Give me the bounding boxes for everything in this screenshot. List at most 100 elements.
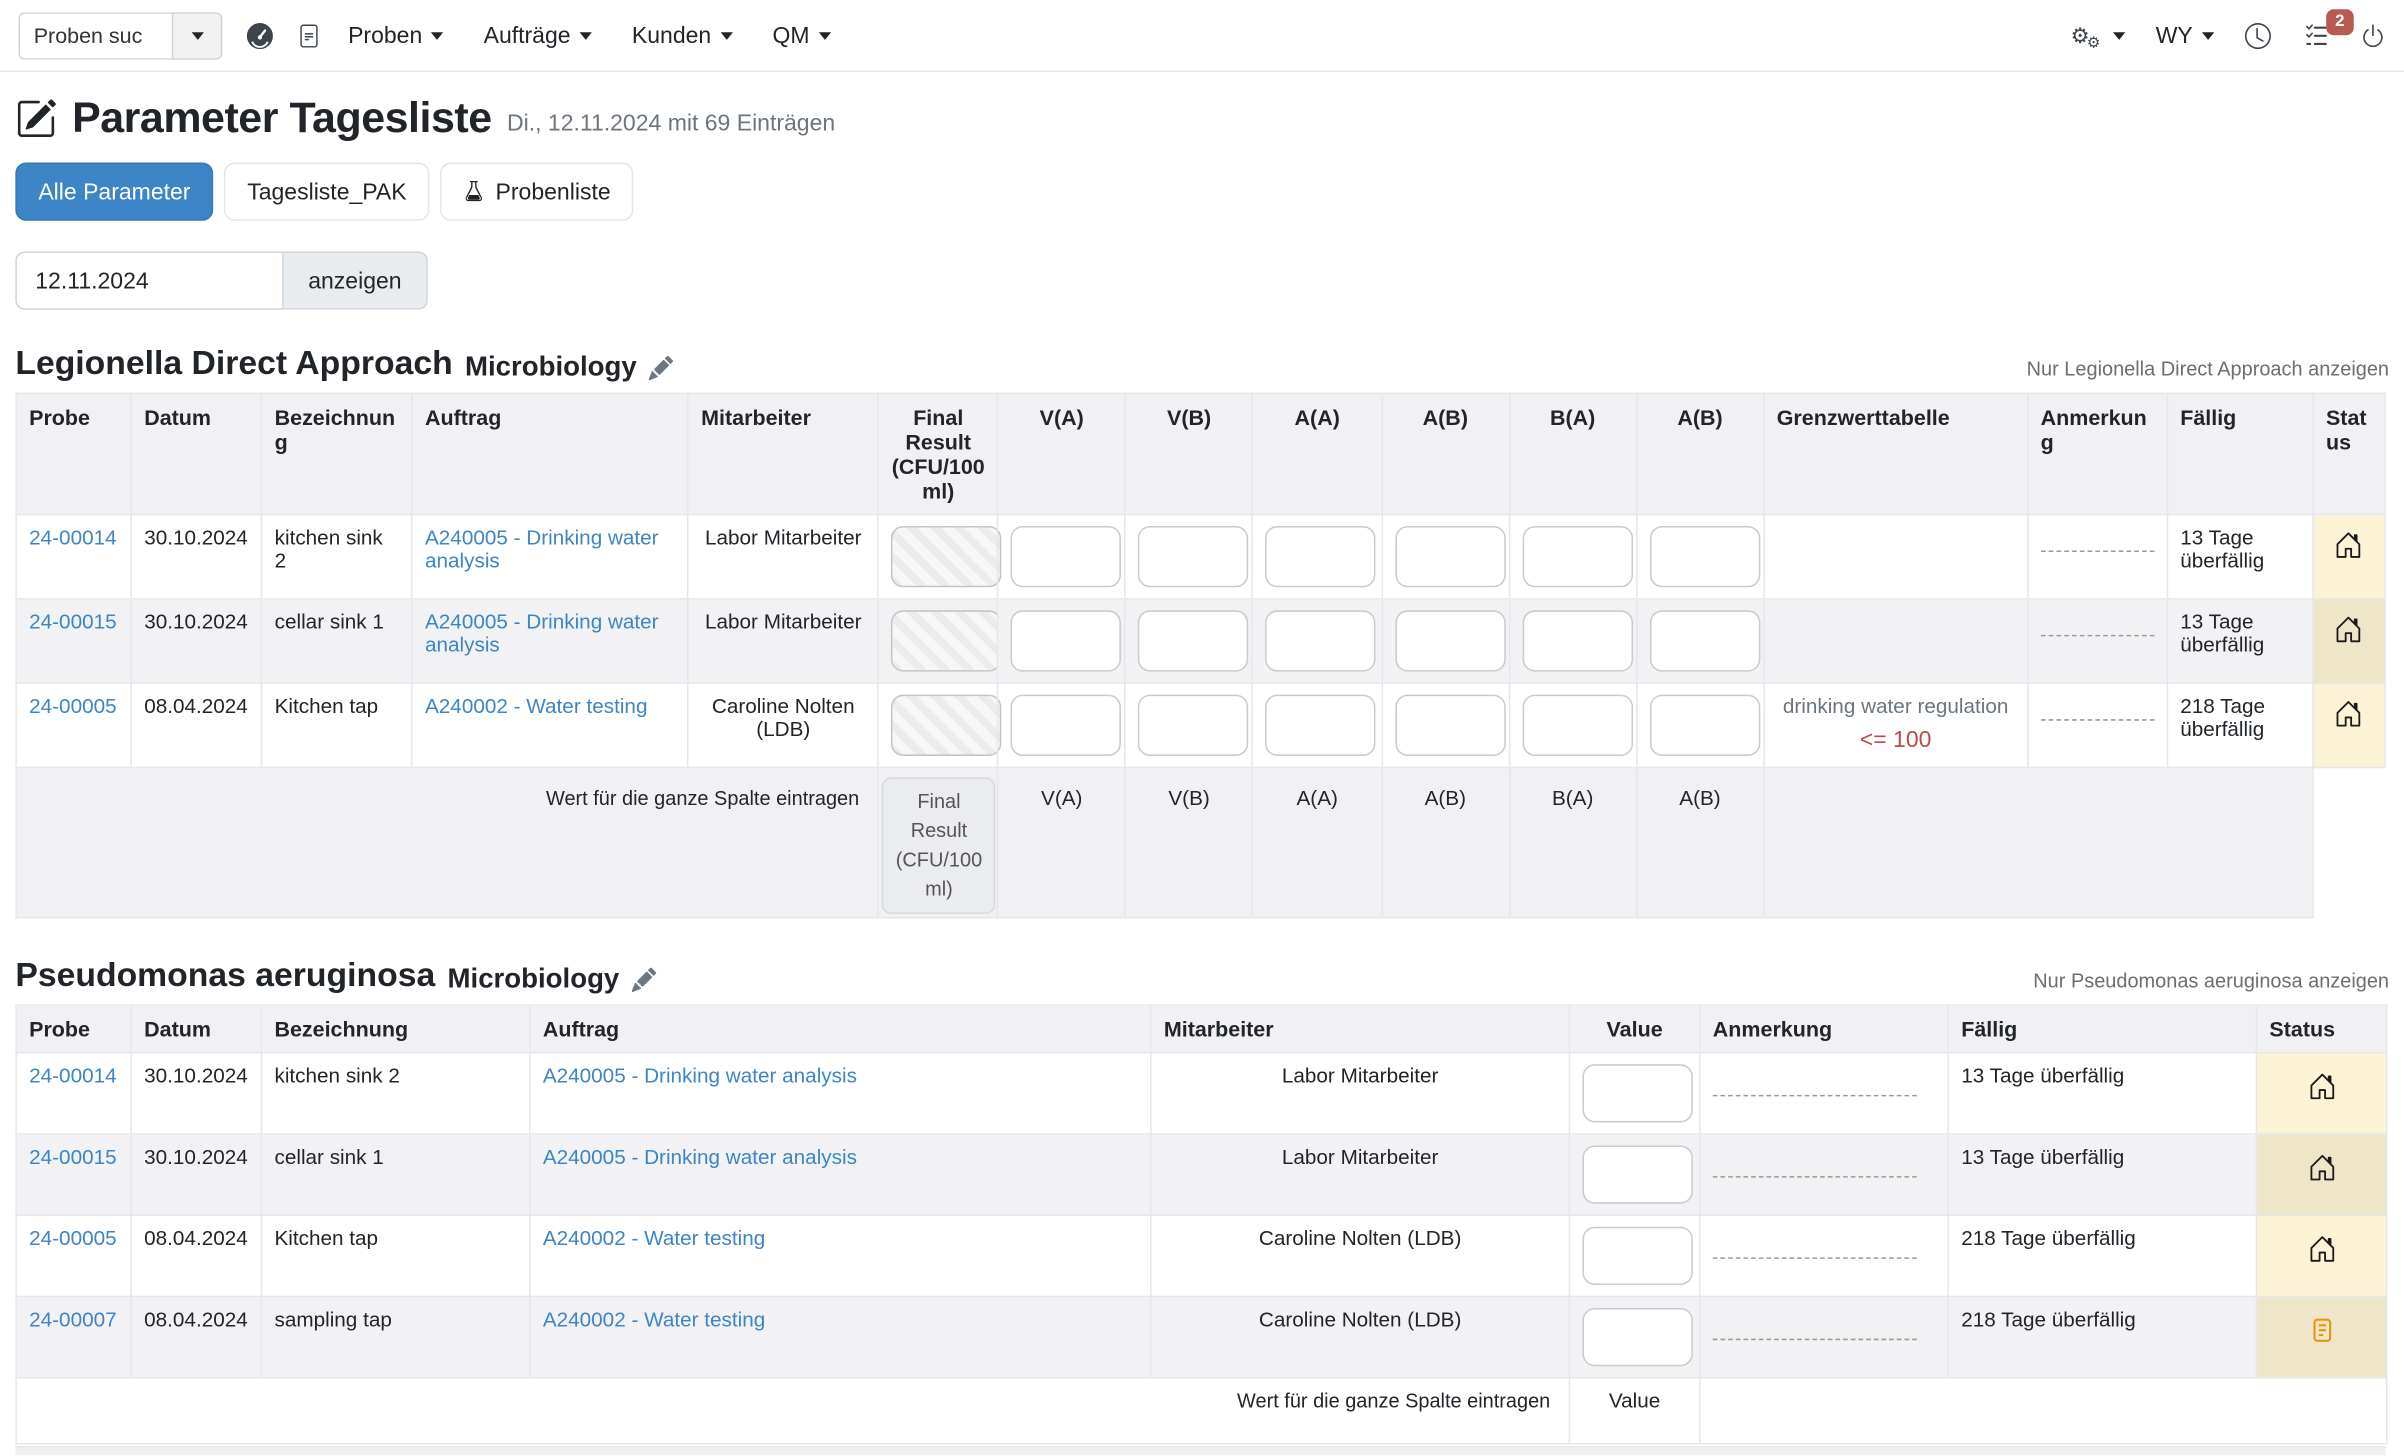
va-input[interactable] xyxy=(1011,610,1121,671)
chevron-down-icon xyxy=(431,31,443,39)
flask-icon xyxy=(463,179,484,204)
anmerkung-input-line[interactable] xyxy=(1713,1258,1918,1260)
vb-column-button[interactable]: V(B) xyxy=(1125,767,1252,918)
probe-link[interactable]: 24-00014 xyxy=(29,526,116,549)
value-input[interactable] xyxy=(1582,1065,1692,1123)
aa-input[interactable] xyxy=(1266,610,1376,671)
faellig-cell: 13 Tage überfällig xyxy=(2167,514,2313,598)
menu-kunden[interactable]: Kunden xyxy=(632,22,733,48)
clock-icon[interactable] xyxy=(2245,22,2271,48)
status-cell[interactable] xyxy=(2256,1053,2386,1134)
probe-link[interactable]: 24-00005 xyxy=(29,695,116,718)
status-cell[interactable] xyxy=(2256,1135,2386,1216)
search-dropdown-button[interactable] xyxy=(172,12,223,60)
navbar-right-tools: ⚙⚙ WY 2 xyxy=(2071,21,2386,49)
status-cell[interactable] xyxy=(2256,1216,2386,1297)
status-cell[interactable] xyxy=(2313,514,2385,598)
power-icon[interactable] xyxy=(2360,22,2386,48)
dashboard-icon[interactable] xyxy=(247,22,273,48)
probe-link[interactable]: 24-00015 xyxy=(29,1146,116,1169)
auftrag-link[interactable]: A240002 - Water testing xyxy=(543,1227,765,1250)
ab2-column-button[interactable]: A(B) xyxy=(1636,767,1763,918)
anmerkung-input-line[interactable] xyxy=(2041,550,2155,552)
top-navbar: Proben Aufträge Kunden QM ⚙⚙ WY 2 xyxy=(0,0,2404,72)
value-input[interactable] xyxy=(1582,1227,1692,1285)
anmerkung-cell[interactable] xyxy=(1700,1216,1948,1297)
ba-column-button[interactable]: B(A) xyxy=(1509,767,1636,918)
status-cell[interactable] xyxy=(2313,599,2385,683)
ab2-input[interactable] xyxy=(1649,695,1759,756)
table-row: 24-00014 30.10.2024 kitchen sink 2 A2400… xyxy=(16,1053,2387,1134)
vb-input[interactable] xyxy=(1138,695,1248,756)
anmerkung-cell[interactable] xyxy=(1700,1297,1948,1378)
all-parameters-button[interactable]: Alle Parameter xyxy=(15,163,213,221)
anmerkung-cell[interactable] xyxy=(2028,599,2168,683)
auftrag-link[interactable]: A240005 - Drinking water analysis xyxy=(543,1146,857,1169)
menu-auftraege[interactable]: Aufträge xyxy=(484,22,592,48)
va-column-button[interactable]: V(A) xyxy=(998,767,1125,918)
ba-input[interactable] xyxy=(1522,526,1632,587)
chevron-down-icon xyxy=(580,31,592,39)
show-button[interactable]: anzeigen xyxy=(284,251,428,309)
aa-column-button[interactable]: A(A) xyxy=(1253,767,1382,918)
col-faellig: Fällig xyxy=(2167,393,2313,514)
legionella-filter-link[interactable]: Nur Legionella Direct Approach anzeigen xyxy=(2027,357,2389,383)
search-input[interactable] xyxy=(18,12,171,60)
ab-input[interactable] xyxy=(1395,610,1505,671)
menu-qm[interactable]: QM xyxy=(773,22,832,48)
ab-column-button[interactable]: A(B) xyxy=(1382,767,1509,918)
vb-input[interactable] xyxy=(1138,526,1248,587)
auftrag-link[interactable]: A240005 - Drinking water analysis xyxy=(425,610,659,656)
anmerkung-input-line[interactable] xyxy=(2041,719,2155,721)
pencil-icon[interactable] xyxy=(632,968,657,993)
value-input[interactable] xyxy=(1582,1309,1692,1367)
mitarbeiter-cell: Caroline Nolten (LDB) xyxy=(1151,1216,1570,1297)
vb-input[interactable] xyxy=(1138,610,1248,671)
anmerkung-cell[interactable] xyxy=(1700,1135,1948,1216)
anmerkung-cell[interactable] xyxy=(2028,514,2168,598)
status-cell[interactable] xyxy=(2313,683,2385,767)
ab2-input[interactable] xyxy=(1649,610,1759,671)
aa-input[interactable] xyxy=(1266,526,1376,587)
chevron-down-icon xyxy=(2202,31,2214,39)
probe-link[interactable]: 24-00007 xyxy=(29,1309,116,1332)
probe-link[interactable]: 24-00005 xyxy=(29,1227,116,1250)
auftrag-link[interactable]: A240005 - Drinking water analysis xyxy=(425,526,659,572)
probenliste-button[interactable]: Probenliste xyxy=(440,163,633,221)
ab2-input[interactable] xyxy=(1649,526,1759,587)
ab-input[interactable] xyxy=(1395,695,1505,756)
ab-input[interactable] xyxy=(1395,526,1505,587)
pseudomonas-filter-link[interactable]: Nur Pseudomonas aeruginosa anzeigen xyxy=(2033,970,2389,996)
value-column-button[interactable]: Value xyxy=(1569,1378,1699,1444)
auftrag-link[interactable]: A240005 - Drinking water analysis xyxy=(543,1065,857,1088)
value-input[interactable] xyxy=(1582,1146,1692,1204)
settings-menu[interactable]: ⚙⚙ xyxy=(2071,21,2125,49)
tasklist-button[interactable]: 2 xyxy=(2302,22,2330,48)
ba-input[interactable] xyxy=(1522,695,1632,756)
status-cell[interactable] xyxy=(2256,1297,2386,1378)
auftrag-link[interactable]: A240002 - Water testing xyxy=(425,695,647,718)
anmerkung-cell[interactable] xyxy=(1700,1053,1948,1134)
ba-input[interactable] xyxy=(1522,610,1632,671)
anmerkung-cell[interactable] xyxy=(2028,683,2168,767)
date-input[interactable] xyxy=(15,251,283,309)
menu-proben[interactable]: Proben xyxy=(348,22,444,48)
probe-link[interactable]: 24-00014 xyxy=(29,1065,116,1088)
pencil-square-icon[interactable] xyxy=(15,97,56,138)
faellig-cell: 13 Tage überfällig xyxy=(2167,599,2313,683)
anmerkung-input-line[interactable] xyxy=(1713,1339,1918,1341)
final-result-column-button[interactable]: Final Result (CFU/100 ml) xyxy=(882,777,995,914)
user-menu[interactable]: WY xyxy=(2156,22,2215,48)
va-input[interactable] xyxy=(1011,526,1121,587)
anmerkung-input-line[interactable] xyxy=(1713,1177,1918,1179)
anmerkung-input-line[interactable] xyxy=(1713,1095,1918,1097)
tagesliste-pak-button[interactable]: Tagesliste_PAK xyxy=(224,163,429,221)
aa-input[interactable] xyxy=(1266,695,1376,756)
probe-link[interactable]: 24-00015 xyxy=(29,610,116,633)
va-input[interactable] xyxy=(1011,695,1121,756)
anmerkung-input-line[interactable] xyxy=(2041,635,2155,637)
home-icon xyxy=(2307,1153,2336,1182)
auftrag-link[interactable]: A240002 - Water testing xyxy=(543,1309,765,1332)
document-icon[interactable] xyxy=(297,22,320,48)
pencil-icon[interactable] xyxy=(649,356,674,381)
